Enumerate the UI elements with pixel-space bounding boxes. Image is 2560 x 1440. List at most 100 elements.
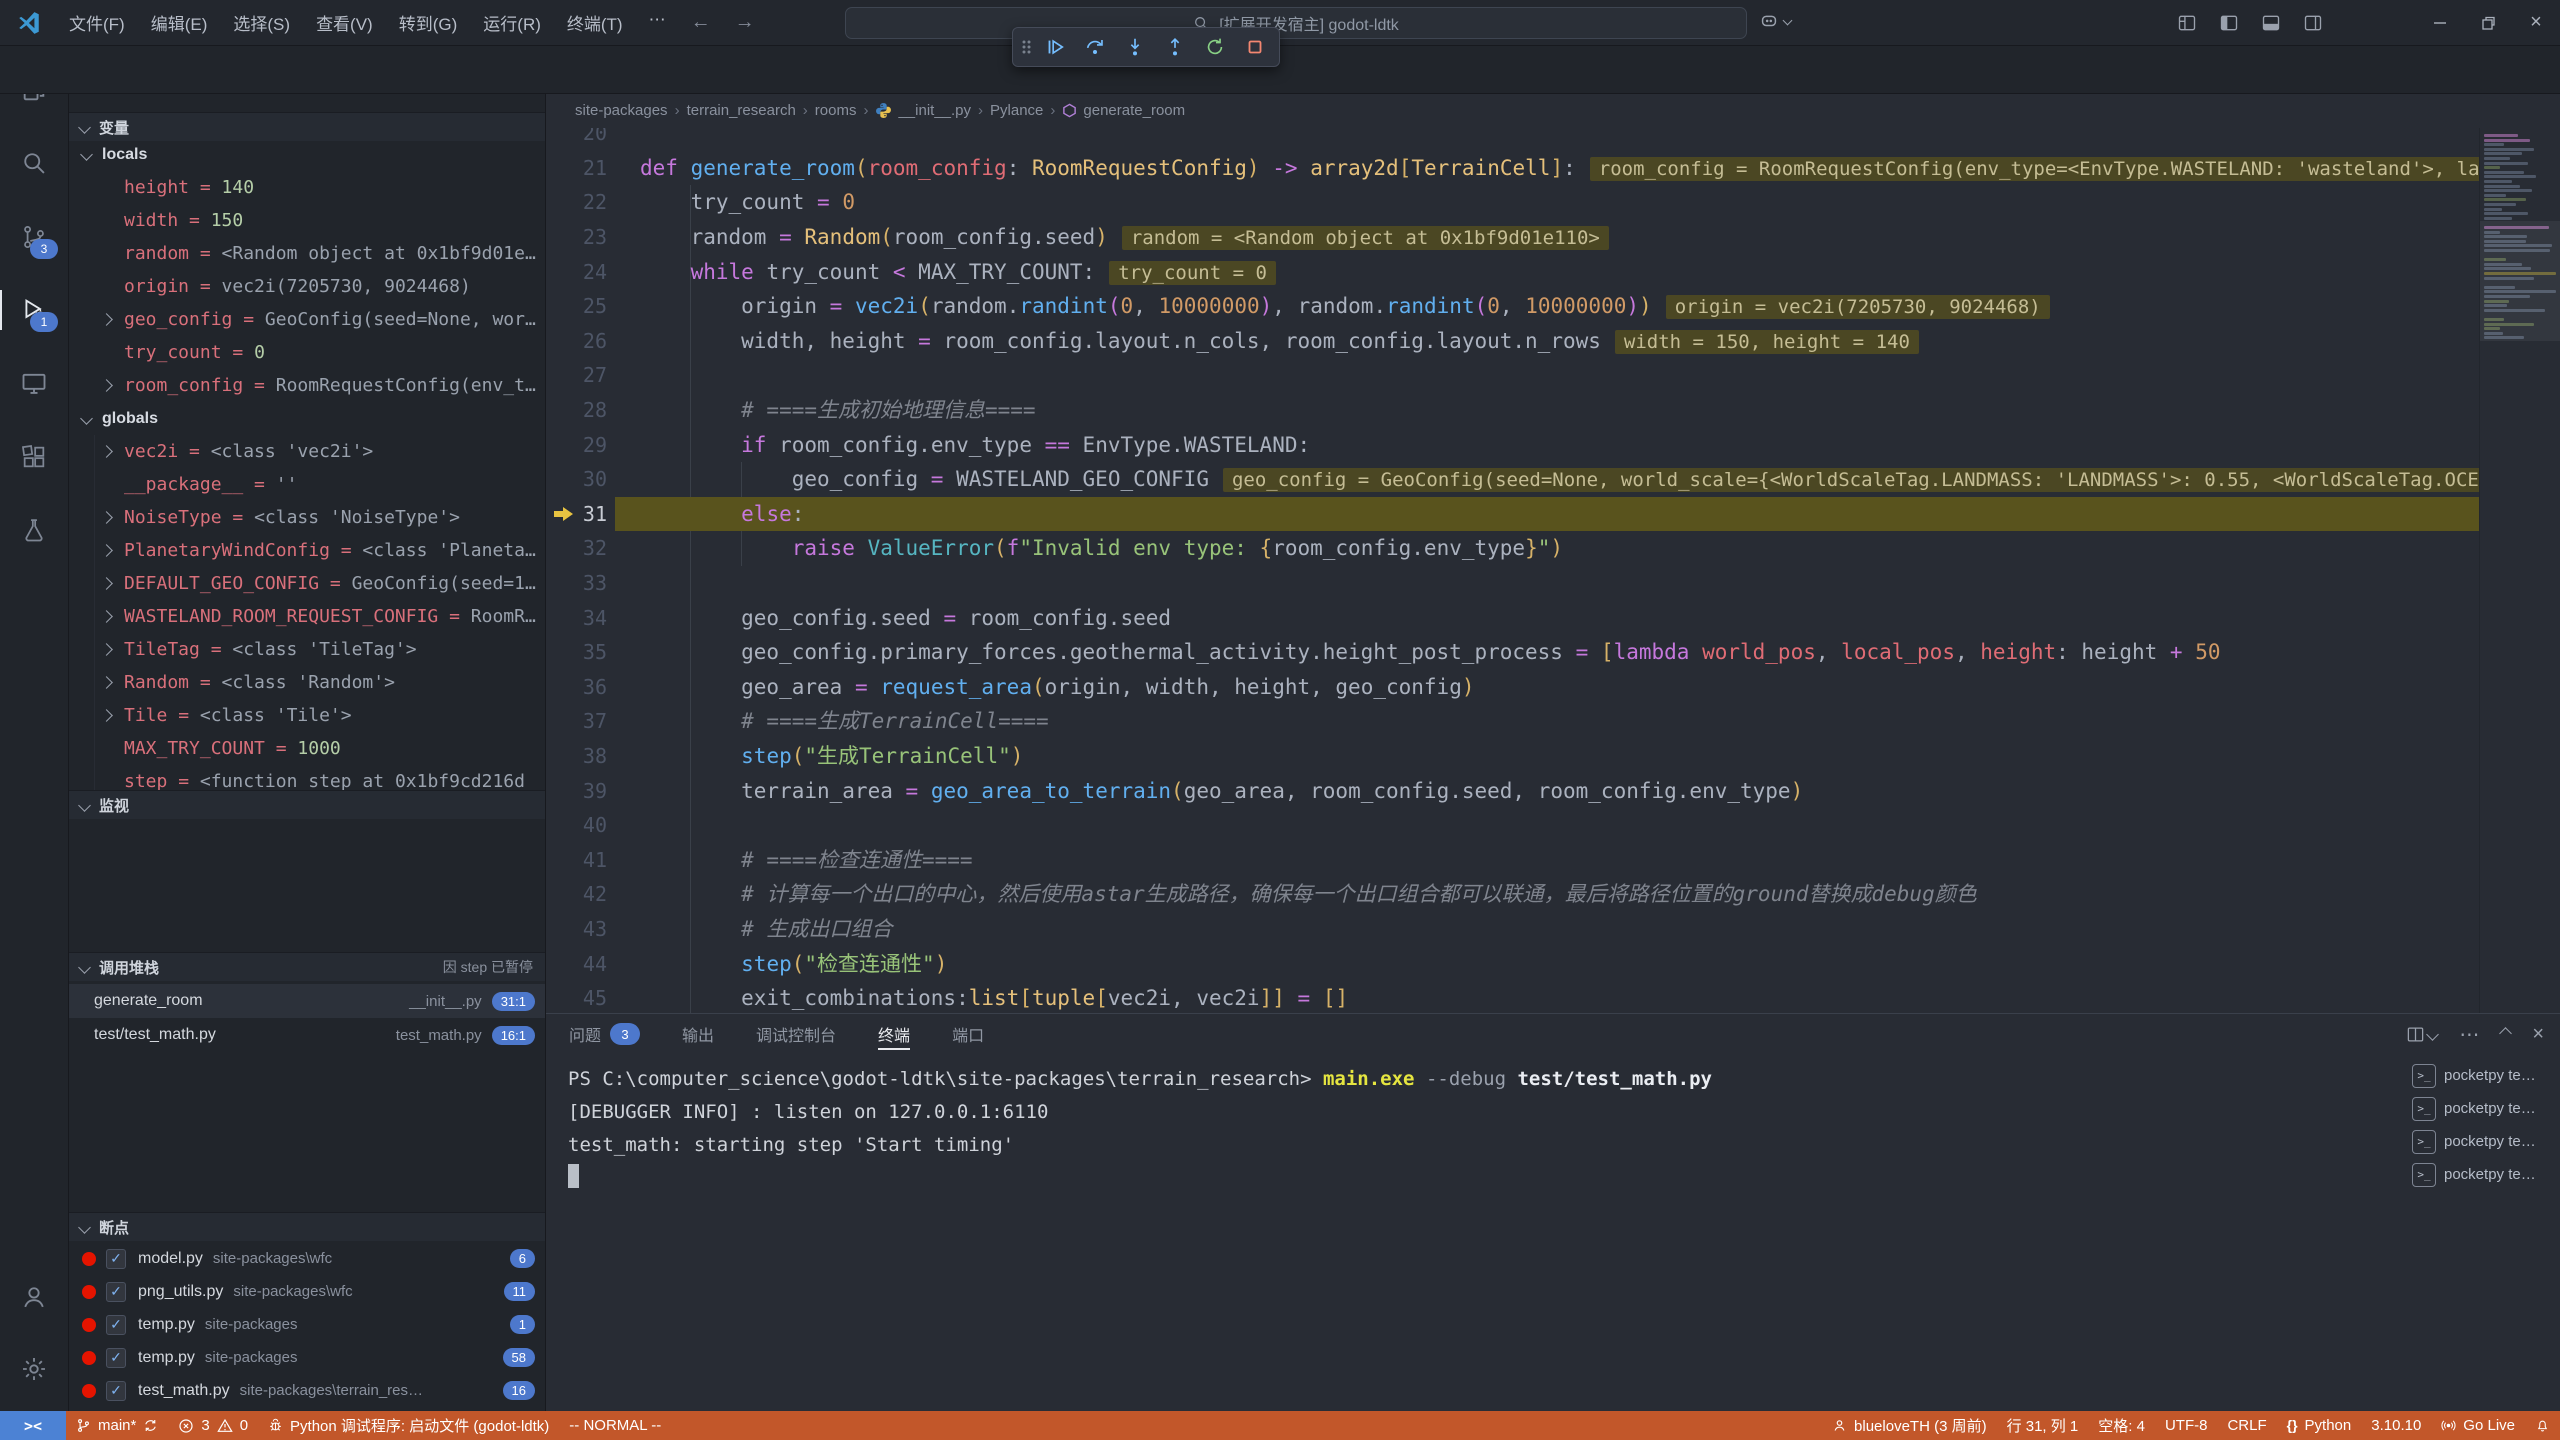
debug-step-into-button[interactable] (1118, 32, 1152, 62)
variable-row[interactable]: __package__ = '' (68, 468, 545, 501)
code-line-23[interactable]: 23 random = Random(room_config.seed)rand… (545, 220, 2480, 255)
variable-row[interactable]: DEFAULT_GEO_CONFIG = GeoConfig(seed=1… (68, 567, 545, 600)
code-line-24[interactable]: 24 while try_count < MAX_TRY_COUNT:try_c… (545, 255, 2480, 290)
panel-tab-调试控制台[interactable]: 调试控制台 (756, 1014, 836, 1054)
variable-row[interactable]: width = 150 (68, 204, 545, 237)
code-line-20[interactable]: 20 (545, 128, 2480, 151)
nav-back-icon[interactable]: ← (679, 11, 723, 34)
callstack-frame[interactable]: generate_room__init__.py31:1 (68, 984, 545, 1018)
status-item-right-4[interactable]: CRLF (2217, 1411, 2276, 1440)
code-line-42[interactable]: 42 # 计算每一个出口的中心，然后使用astar生成路径，确保每一个出口组合都… (545, 877, 2480, 912)
status-item-right-3[interactable]: UTF-8 (2155, 1411, 2218, 1440)
status-item-left-1[interactable]: 30 (168, 1411, 258, 1440)
toggle-sidebar-icon[interactable] (2212, 6, 2246, 40)
status-item-left-3[interactable]: -- NORMAL -- (559, 1411, 671, 1440)
extensions-icon[interactable] (10, 433, 58, 481)
status-item-left-0[interactable]: main* (66, 1411, 168, 1440)
breakpoint-row[interactable]: ✓temp.pysite-packages58 (68, 1341, 545, 1374)
variable-row[interactable]: PlanetaryWindConfig = <class 'Planeta… (68, 534, 545, 567)
terminal-list-item[interactable]: >_pocketpy te… (2412, 1125, 2556, 1158)
terminal-list-item[interactable]: >_pocketpy te… (2412, 1158, 2556, 1191)
code-line-27[interactable]: 27 (545, 358, 2480, 393)
source-control-icon[interactable]: 3 (10, 213, 58, 261)
maximize-button[interactable] (2464, 0, 2512, 45)
copilot-button[interactable] (1758, 9, 1791, 31)
breadcrumb-item-rooms[interactable]: rooms (815, 102, 857, 119)
status-item-right-1[interactable]: 行 31, 列 1 (1997, 1411, 2089, 1440)
breakpoint-checkbox[interactable]: ✓ (106, 1249, 126, 1269)
callstack-frame[interactable]: test/test_math.pytest_math.py16:1 (68, 1018, 545, 1052)
variable-row[interactable]: globals (68, 402, 545, 435)
settings-gear-icon[interactable] (10, 1345, 58, 1393)
menu-item-4[interactable]: 转到(G) (386, 4, 471, 41)
breadcrumb-item-__init__.py[interactable]: __init__.py (875, 102, 971, 119)
status-item-right-8[interactable] (2525, 1411, 2560, 1440)
code-line-39[interactable]: 39 terrain_area = geo_area_to_terrain(ge… (545, 774, 2480, 809)
minimap-slider[interactable] (2480, 221, 2560, 341)
accounts-icon[interactable] (10, 1273, 58, 1321)
code-line-31[interactable]: 31 else: (545, 497, 2480, 532)
panel-tab-终端[interactable]: 终端 (878, 1014, 910, 1054)
search-icon[interactable] (10, 139, 58, 187)
code-line-43[interactable]: 43 # 生成出口组合 (545, 912, 2480, 947)
variable-row[interactable]: WASTELAND_ROOM_REQUEST_CONFIG = RoomR… (68, 600, 545, 633)
debug-step-over-button[interactable] (1078, 32, 1112, 62)
breakpoint-checkbox[interactable]: ✓ (106, 1282, 126, 1302)
breakpoint-checkbox[interactable]: ✓ (106, 1315, 126, 1335)
drag-handle-icon[interactable] (1020, 35, 1032, 59)
breakpoint-checkbox[interactable]: ✓ (106, 1381, 126, 1401)
remote-explorer-icon[interactable] (10, 359, 58, 407)
variable-row[interactable]: try_count = 0 (68, 336, 545, 369)
variable-row[interactable]: NoiseType = <class 'NoiseType'> (68, 501, 545, 534)
status-item-right-0[interactable]: blueloveTH (3 周前) (1822, 1411, 1997, 1440)
code-line-44[interactable]: 44 step("检查连通性") (545, 947, 2480, 982)
close-window-button[interactable]: × (2512, 0, 2560, 45)
toggle-panel-icon[interactable] (2254, 6, 2288, 40)
menu-item-7[interactable]: ⋯ (636, 4, 679, 41)
status-item-left-2[interactable]: Python 调试程序: 启动文件 (godot-ldtk) (258, 1411, 559, 1440)
debug-restart-button[interactable] (1198, 32, 1232, 62)
nav-forward-icon[interactable]: → (723, 11, 767, 34)
menu-item-5[interactable]: 运行(R) (470, 4, 554, 41)
section-variables[interactable]: 变量 (68, 112, 545, 141)
variable-row[interactable]: room_config = RoomRequestConfig(env_t… (68, 369, 545, 402)
section-breakpoints[interactable]: 断点 (68, 1212, 545, 1241)
section-callstack[interactable]: 调用堆栈因 step 已暂停 (68, 952, 545, 981)
code-line-37[interactable]: 37 # ====生成TerrainCell==== (545, 704, 2480, 739)
variable-row[interactable]: random = <Random object at 0x1bf9d01e… (68, 237, 545, 270)
debug-step-out-button[interactable] (1158, 32, 1192, 62)
run-and-debug-icon[interactable]: 1 (10, 286, 58, 334)
variable-row[interactable]: origin = vec2i(7205730, 9024468) (68, 270, 545, 303)
variable-row[interactable]: MAX_TRY_COUNT = 1000 (68, 732, 545, 765)
minimize-button[interactable] (2416, 0, 2464, 45)
code-line-22[interactable]: 22 try_count = 0 (545, 185, 2480, 220)
menu-item-0[interactable]: 文件(F) (56, 4, 138, 41)
code-line-45[interactable]: 45 exit_combinations:list[tuple[vec2i, v… (545, 981, 2480, 1013)
code-line-29[interactable]: 29 if room_config.env_type == EnvType.WA… (545, 428, 2480, 463)
code-area[interactable]: 2021def generate_room(room_config: RoomR… (545, 128, 2480, 1013)
code-line-33[interactable]: 33 (545, 566, 2480, 601)
variable-row[interactable]: Random = <class 'Random'> (68, 666, 545, 699)
code-line-41[interactable]: 41 # ====检查连通性==== (545, 843, 2480, 878)
variable-row[interactable]: locals (68, 138, 545, 171)
breakpoint-row[interactable]: ✓model.pysite-packages\wfc6 (68, 1242, 545, 1275)
terminal[interactable]: PS C:\computer_science\godot-ldtk\site-p… (568, 1054, 2410, 1411)
terminal-list-item[interactable]: >_pocketpy te… (2412, 1059, 2556, 1092)
breadcrumb-item-site-packages[interactable]: site-packages (575, 102, 668, 119)
close-panel-icon[interactable]: × (2532, 1023, 2544, 1046)
code-line-30[interactable]: 30 geo_config = WASTELAND_GEO_CONFIGgeo_… (545, 462, 2480, 497)
customize-layout-icon[interactable] (2170, 6, 2204, 40)
status-item-right-5[interactable]: {}Python (2277, 1411, 2362, 1440)
breakpoint-row[interactable]: ✓test_math.pysite-packages\terrain_res…1… (68, 1374, 545, 1407)
breakpoint-row[interactable]: ✓temp.pysite-packages1 (68, 1308, 545, 1341)
testing-icon[interactable] (10, 506, 58, 554)
panel-tab-输出[interactable]: 输出 (682, 1014, 714, 1054)
menu-item-6[interactable]: 终端(T) (554, 4, 636, 41)
panel-tab-端口[interactable]: 端口 (952, 1014, 984, 1054)
breakpoint-checkbox[interactable]: ✓ (106, 1348, 126, 1368)
menu-item-3[interactable]: 查看(V) (303, 4, 386, 41)
variable-row[interactable]: TileTag = <class 'TileTag'> (68, 633, 545, 666)
debug-continue-button[interactable] (1038, 32, 1072, 62)
terminal-list-item[interactable]: >_pocketpy te… (2412, 1092, 2556, 1125)
code-line-40[interactable]: 40 (545, 808, 2480, 843)
